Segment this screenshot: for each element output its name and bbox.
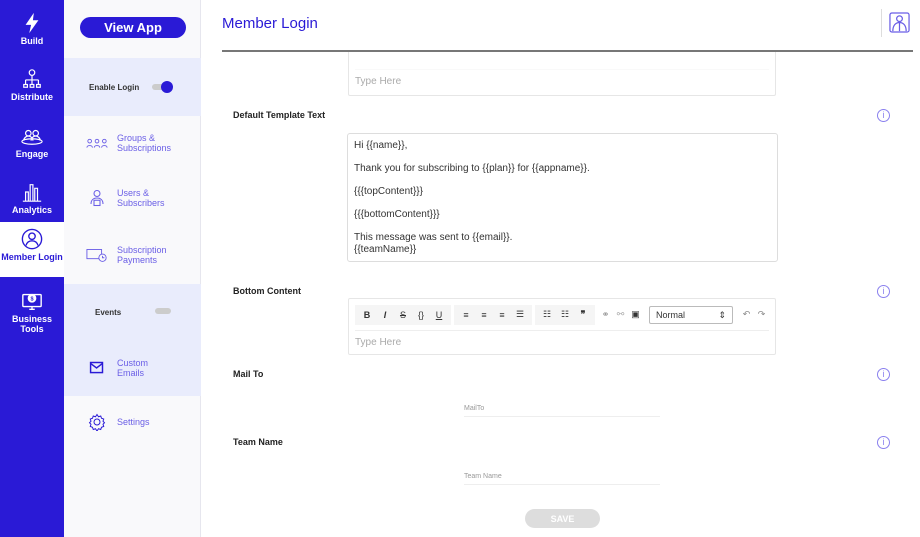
strike-button[interactable]: S	[394, 310, 412, 320]
events-toggle[interactable]	[155, 308, 171, 314]
nav-engage[interactable]: Engage	[0, 119, 64, 175]
bold-button[interactable]: B	[358, 310, 376, 320]
default-template-label: Default Template Text	[233, 110, 326, 120]
link-icon[interactable]: ⚭	[598, 309, 613, 320]
nav-build[interactable]: Build	[0, 6, 64, 62]
align-left-button[interactable]: ≡	[457, 310, 475, 320]
align-center-button[interactable]: ≡	[475, 310, 493, 320]
header-bg	[222, 0, 920, 50]
bottom-content-editor: B I S{} U ≡ ≡ ≡ ☰ ☷ ☷ ❞ ⚭ ⚯ ▣ Normal ⇕ ↶ ↷ Type Her…	[348, 298, 776, 355]
enable-login-label: Enable Login	[89, 83, 140, 92]
mail-to-input[interactable]: MailTo	[464, 405, 660, 417]
info-icon[interactable]: i	[877, 285, 890, 298]
underline-button[interactable]: U	[430, 310, 448, 320]
users-subscribers-link[interactable]: Users & Subscribers	[86, 188, 177, 208]
code-button[interactable]: {}	[412, 310, 430, 320]
quote-button[interactable]: ❞	[574, 309, 592, 320]
nav-distribute[interactable]: Distribute	[0, 62, 64, 118]
settings-link[interactable]: Settings	[86, 413, 150, 431]
page-title-overlay: Member Login	[222, 15, 318, 32]
group-icon	[86, 138, 108, 148]
subscription-payments-link[interactable]: Subscription Payments	[86, 245, 177, 265]
monitor-dollar-icon: $	[22, 293, 42, 310]
bottom-content-label: Bottom Content	[233, 286, 301, 296]
events-label: Events	[95, 308, 122, 317]
default-template-textarea[interactable]: Hi {{name}}, Thank you for subscribing t…	[347, 133, 778, 262]
redo-icon[interactable]: ↷	[754, 309, 769, 320]
bullet-list-button[interactable]: ☷	[538, 309, 556, 320]
user-circle-icon	[21, 228, 43, 250]
numbered-list-button[interactable]: ☷	[556, 309, 574, 320]
top-content-input[interactable]: Type Here	[349, 70, 775, 93]
gear-icon	[88, 413, 106, 431]
save-button[interactable]: SAVE	[525, 509, 600, 528]
info-icon[interactable]: i	[877, 109, 890, 122]
unlink-icon[interactable]: ⚯	[613, 309, 628, 320]
nav-business-tools[interactable]: $ Business Tools	[0, 284, 64, 340]
team-name-label: Team Name	[233, 437, 283, 447]
payment-clock-icon	[86, 249, 107, 262]
events-section: Events Custom Emails	[64, 284, 201, 396]
enable-login-toggle[interactable]	[152, 81, 173, 93]
align-right-button[interactable]: ≡	[493, 310, 511, 320]
italic-button[interactable]: I	[376, 310, 394, 320]
view-app-button[interactable]: View App	[80, 17, 186, 38]
enable-login-row: Enable Login	[64, 58, 201, 116]
main-nav: Build Distribute Engage Analytics Member…	[0, 0, 64, 537]
editor-toolbar: B I S{} U ≡ ≡ ≡ ☰ ☷ ☷ ❞ ⚭ ⚯ ▣ Normal ⇕ ↶ ↷	[355, 299, 769, 331]
custom-emails-link[interactable]: Custom Emails	[86, 358, 157, 378]
chart-icon	[22, 184, 42, 202]
bolt-icon	[25, 12, 39, 34]
bottom-content-input[interactable]: Type Here	[349, 331, 775, 354]
image-icon[interactable]: ▣	[628, 309, 643, 320]
info-icon[interactable]: i	[877, 436, 890, 449]
engage-icon	[21, 129, 43, 145]
user-lock-icon	[90, 189, 104, 207]
sub-panel: View App Enable Login Groups & Subscript…	[64, 0, 201, 537]
member-profile-icon[interactable]	[889, 12, 910, 33]
mail-to-label: Mail To	[233, 369, 264, 379]
svg-text:$: $	[30, 297, 33, 303]
header-divider-line	[222, 50, 913, 52]
team-name-input[interactable]: Team Name	[464, 473, 660, 485]
groups-subscriptions-link[interactable]: Groups & Subscriptions	[86, 133, 177, 153]
format-select[interactable]: Normal ⇕	[649, 305, 733, 324]
nav-member-login[interactable]: Member Login	[0, 222, 64, 277]
justify-button[interactable]: ☰	[511, 309, 529, 320]
header-divider-v	[881, 9, 882, 37]
undo-icon[interactable]: ↶	[739, 309, 754, 320]
distribute-icon	[23, 69, 41, 88]
mail-icon	[89, 361, 104, 374]
info-icon[interactable]: i	[877, 368, 890, 381]
select-arrows-icon: ⇕	[718, 309, 726, 320]
